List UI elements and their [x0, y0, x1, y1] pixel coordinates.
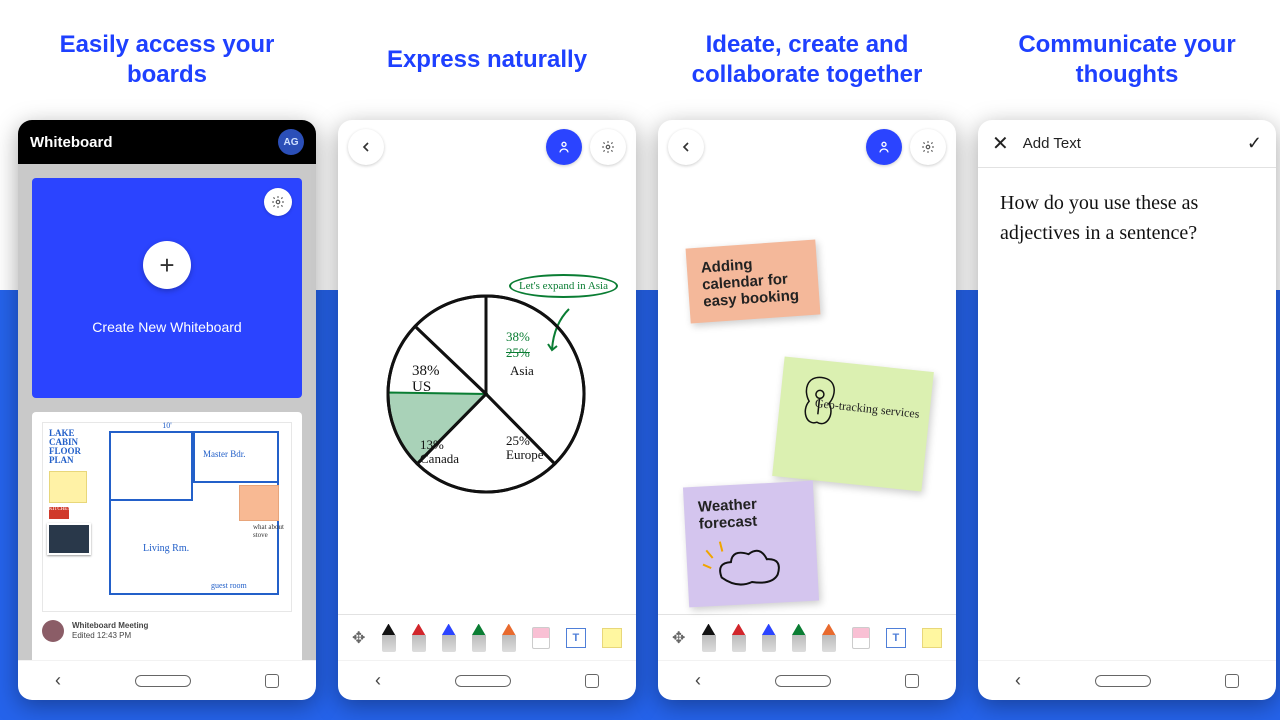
sticky-note[interactable]: Geo-tracking services [772, 356, 934, 491]
pen-tool[interactable] [762, 624, 776, 652]
text-input-area[interactable]: How do you use these as adjectives in a … [978, 168, 1276, 660]
move-tool-icon[interactable]: ✥ [352, 628, 365, 648]
board-subtitle: Edited 12:43 PM [72, 631, 148, 641]
create-whiteboard-card[interactable]: + Create New Whiteboard [32, 178, 302, 398]
share-button[interactable] [546, 129, 582, 165]
eraser-tool[interactable] [532, 627, 550, 649]
nav-back-icon[interactable]: ‹ [695, 670, 701, 691]
whiteboard-canvas[interactable]: Let's expand in Asia 38%US 38% 25% Asia … [338, 174, 636, 614]
nav-back-icon[interactable]: ‹ [1015, 670, 1021, 691]
nav-recent-icon[interactable] [265, 674, 279, 688]
share-button[interactable] [866, 129, 902, 165]
text-tool[interactable]: T [886, 628, 906, 648]
pen-tool[interactable] [702, 624, 716, 652]
back-button[interactable] [668, 129, 704, 165]
app-header: Whiteboard AG [18, 120, 316, 164]
phone-canvas-pie: Let's expand in Asia 38%US 38% 25% Asia … [338, 120, 636, 700]
board-thumbnail: 10' LAKE CABIN FLOOR PLAN Master Bdr. Li… [42, 422, 292, 612]
gear-icon[interactable] [264, 188, 292, 216]
board-title: Whiteboard Meeting [72, 621, 148, 631]
pen-tool[interactable] [502, 624, 516, 652]
create-label: Create New Whiteboard [92, 319, 241, 335]
phone-boards-list: Whiteboard AG + Create New Whiteboard 10… [18, 120, 316, 700]
pen-tool[interactable] [442, 624, 456, 652]
close-icon[interactable]: ✕ [992, 131, 1009, 156]
phone-sticky-notes: Adding calendar for easy booking Geo-tra… [658, 120, 956, 700]
phone-add-text: ✕ Add Text ✓ How do you use these as adj… [978, 120, 1276, 700]
pen-tool[interactable] [732, 624, 746, 652]
nav-recent-icon[interactable] [1225, 674, 1239, 688]
eraser-tool[interactable] [852, 627, 870, 649]
nav-back-icon[interactable]: ‹ [375, 670, 381, 691]
pen-tool[interactable] [382, 624, 396, 652]
plus-icon[interactable]: + [143, 241, 191, 289]
whiteboard-canvas[interactable]: Adding calendar for easy booking Geo-tra… [658, 174, 956, 614]
drawing-toolbar: ✥T [658, 614, 956, 660]
pen-tool[interactable] [822, 624, 836, 652]
sticky-note-tool[interactable] [602, 628, 622, 648]
drawing-toolbar: ✥T [338, 614, 636, 660]
back-button[interactable] [348, 129, 384, 165]
sticky-note[interactable]: Weather forecast [683, 481, 819, 608]
caption-3: Ideate, create and collaborate together [658, 0, 956, 120]
pen-tool[interactable] [412, 624, 426, 652]
android-navbar: ‹ [658, 660, 956, 700]
nav-home-icon[interactable] [135, 675, 191, 687]
pie-chart [376, 284, 596, 504]
nav-home-icon[interactable] [1095, 675, 1151, 687]
android-navbar: ‹ [338, 660, 636, 700]
nav-back-icon[interactable]: ‹ [55, 670, 61, 691]
pen-tool[interactable] [792, 624, 806, 652]
board-author-avatar [42, 620, 64, 642]
settings-button[interactable] [910, 129, 946, 165]
text-tool[interactable]: T [566, 628, 586, 648]
nav-recent-icon[interactable] [585, 674, 599, 688]
move-tool-icon[interactable]: ✥ [672, 628, 685, 648]
confirm-icon[interactable]: ✓ [1247, 133, 1262, 154]
dialog-title: Add Text [1023, 135, 1247, 152]
nav-home-icon[interactable] [775, 675, 831, 687]
pen-tool[interactable] [472, 624, 486, 652]
android-navbar: ‹ [18, 660, 316, 700]
settings-button[interactable] [590, 129, 626, 165]
caption-4: Communicate your thoughts [978, 0, 1276, 120]
nav-home-icon[interactable] [455, 675, 511, 687]
caption-2: Express naturally [377, 0, 597, 120]
user-avatar[interactable]: AG [278, 129, 304, 155]
sticky-note[interactable]: Adding calendar for easy booking [686, 240, 821, 324]
sticky-note-tool[interactable] [922, 628, 942, 648]
board-card[interactable]: 10' LAKE CABIN FLOOR PLAN Master Bdr. Li… [32, 412, 302, 660]
android-navbar: ‹ [978, 660, 1276, 700]
nav-recent-icon[interactable] [905, 674, 919, 688]
app-title: Whiteboard [30, 134, 113, 151]
caption-1: Easily access your boards [18, 0, 316, 120]
